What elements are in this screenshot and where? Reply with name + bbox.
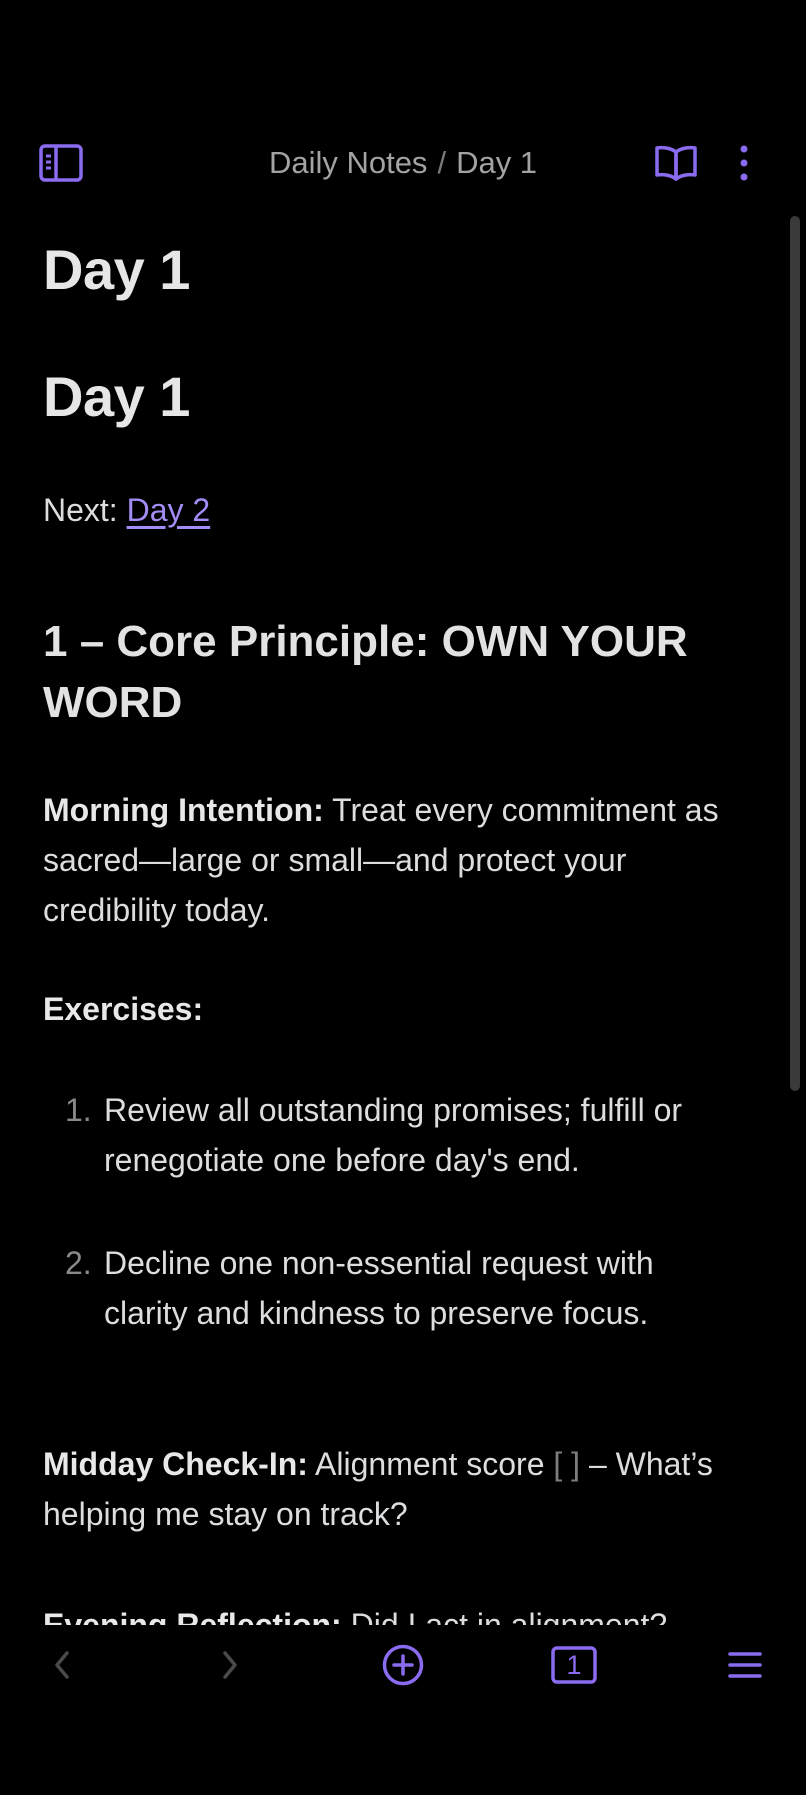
menu-icon (727, 1649, 763, 1681)
breadcrumb-note-title[interactable]: Day 1 (456, 145, 537, 181)
tabs-icon: 1 (551, 1646, 597, 1684)
chevron-left-icon (52, 1649, 72, 1681)
morning-intention-label: Morning Intention: (43, 792, 324, 828)
sidebar-toggle-icon (39, 144, 83, 182)
section-heading: 1 – Core Principle: OWN YOUR WORD (43, 617, 688, 727)
inline-title[interactable]: Day 1 (43, 237, 190, 302)
evening-reflection: Evening Reflection: Did I act in alignme… (43, 1600, 743, 1625)
midday-check-in-label: Midday Check-In: (43, 1446, 308, 1482)
breadcrumb-separator: / (437, 145, 447, 180)
back-button[interactable] (30, 1633, 94, 1697)
view-header: Daily Notes / Day 1 (0, 120, 806, 210)
chevron-right-icon (220, 1649, 240, 1681)
list-item-text: Decline one non-essential request with c… (104, 1245, 654, 1331)
bottom-toolbar: 1 (0, 1625, 806, 1705)
menu-button[interactable] (713, 1633, 777, 1697)
book-open-icon (654, 144, 698, 182)
midday-check-in: Midday Check-In: Alignment score [ ] – W… (43, 1439, 743, 1539)
list-number: 1. (65, 1092, 92, 1128)
plus-circle-icon (381, 1643, 425, 1687)
scrollbar[interactable] (790, 216, 800, 1091)
evening-reflection-text: Did I act in alignment? (341, 1607, 668, 1625)
new-note-button[interactable] (371, 1633, 435, 1697)
exercises-label: Exercises: (43, 991, 204, 1027)
list-number: 2. (65, 1245, 92, 1281)
next-line: Next: Day 2 (43, 485, 743, 535)
more-vertical-icon (738, 144, 750, 182)
alignment-score-checkbox[interactable]: [ ] (553, 1446, 580, 1482)
heading-1: Day 1 (43, 365, 190, 428)
list-item-text: Review all outstanding promises; fulfill… (104, 1092, 683, 1178)
forward-button[interactable] (198, 1633, 262, 1697)
next-note-link[interactable]: Day 2 (127, 492, 211, 528)
morning-intention: Morning Intention: Treat every commitmen… (43, 785, 743, 935)
exercises-heading: Exercises: (43, 984, 743, 1034)
tabs-count: 1 (566, 1649, 582, 1680)
note-content: Day 1 Day 1 Next: Day 2 1 – Core Princip… (0, 210, 780, 1625)
tabs-button[interactable]: 1 (542, 1633, 606, 1697)
next-label: Next: (43, 492, 127, 528)
evening-reflection-label: Evening Reflection: (43, 1607, 342, 1625)
sidebar-toggle-button[interactable] (31, 133, 91, 193)
reading-view-button[interactable] (646, 133, 706, 193)
more-options-button[interactable] (714, 133, 774, 193)
midday-text-before: Alignment score (307, 1446, 554, 1482)
breadcrumb-folder[interactable]: Daily Notes (269, 145, 428, 181)
